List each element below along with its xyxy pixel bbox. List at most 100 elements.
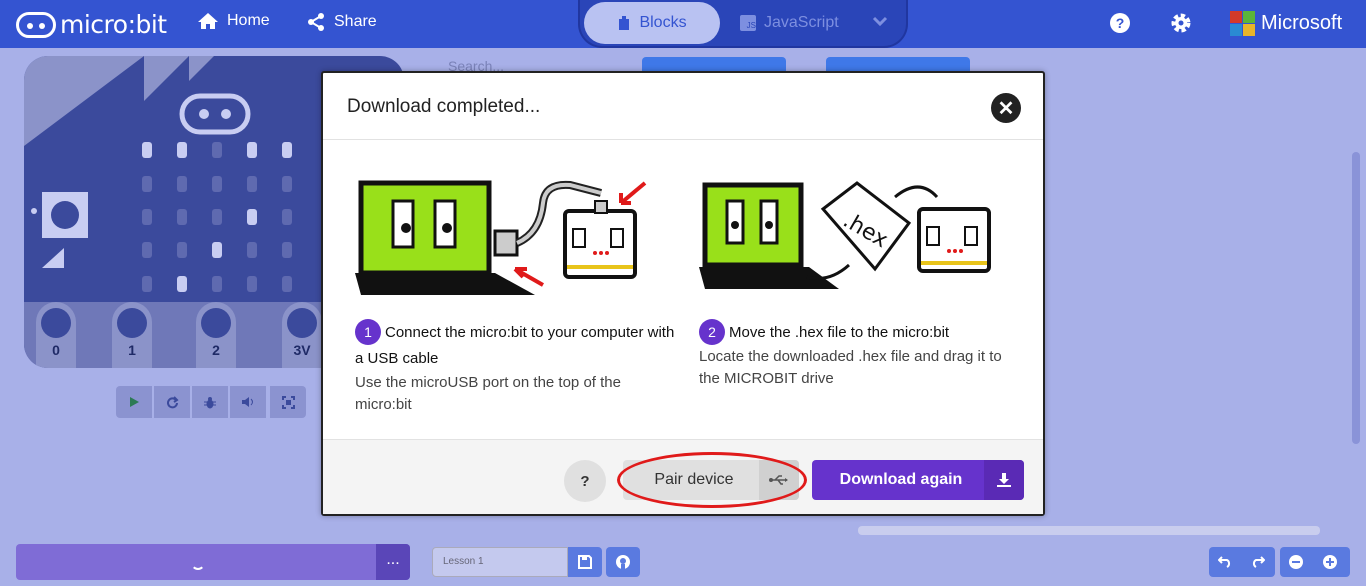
puzzle-icon (619, 16, 630, 30)
github-button[interactable] (606, 547, 640, 577)
tab-javascript-label: JavaScript (764, 14, 839, 31)
save-button[interactable] (568, 547, 602, 577)
step-heading-text: Move the .hex file to the micro:bit (729, 324, 950, 341)
led (177, 209, 187, 225)
redo-icon[interactable] (1251, 556, 1265, 568)
search-placeholder: Search... (448, 58, 505, 72)
step-heading: 1 Connect the micro:bit to your computer … (355, 319, 675, 372)
led (177, 242, 187, 258)
highlight-annotation (617, 452, 807, 508)
horizontal-scrollbar[interactable] (858, 526, 1320, 535)
chevron-down-icon[interactable] (872, 14, 888, 33)
more-button[interactable]: ... (376, 544, 410, 580)
led (247, 142, 257, 158)
toolbox-search[interactable]: Search... (434, 48, 632, 72)
download-again-label: Download again (839, 471, 963, 488)
led (177, 176, 187, 192)
step-number-badge: 2 (699, 319, 725, 345)
led (282, 142, 292, 158)
led (142, 276, 152, 292)
share-label: Share (334, 13, 377, 30)
bug-icon[interactable] (192, 386, 228, 418)
simulator-controls (116, 386, 306, 418)
download-dialog: Download completed... ✕ .hex 1 Connect t… (321, 71, 1045, 516)
volume-icon[interactable] (230, 386, 266, 418)
step-heading-text: Connect the micro:bit to your computer w… (355, 324, 675, 367)
play-icon[interactable] (116, 386, 152, 418)
step-number-badge: 1 (355, 319, 381, 345)
help-button[interactable]: ? (564, 460, 606, 502)
led (142, 176, 152, 192)
step-description: Locate the downloaded .hex file and drag… (699, 348, 1002, 387)
connect-usb-illustration (355, 180, 647, 295)
top-menu-bar: micro:bit Home Share Blocks JS JavaScrip… (0, 0, 1366, 48)
github-icon (616, 555, 630, 569)
tab-blocks-label: Blocks (639, 14, 687, 31)
restart-icon[interactable] (154, 386, 190, 418)
step-heading: 2 Move the .hex file to the micro:bit (699, 319, 1019, 346)
led (247, 242, 257, 258)
home-button[interactable]: Home (197, 12, 270, 30)
svg-text:?: ? (1116, 15, 1125, 31)
dialog-title: Download completed... (347, 96, 541, 117)
download-icon (984, 460, 1024, 500)
led (282, 176, 292, 192)
zoom-out-icon[interactable] (1289, 555, 1303, 569)
undo-icon[interactable] (1218, 556, 1232, 568)
led (247, 176, 257, 192)
home-label: Home (227, 12, 270, 29)
close-icon[interactable]: ✕ (991, 93, 1021, 123)
led (247, 209, 257, 225)
download-again-button[interactable]: Download again (812, 460, 1024, 500)
zoom-group (1280, 547, 1350, 577)
led (142, 142, 152, 158)
divider (323, 139, 1043, 140)
home-icon (198, 13, 218, 29)
led (212, 209, 222, 225)
vertical-scrollbar[interactable] (1352, 152, 1360, 444)
pin-3v[interactable]: 3V (282, 302, 322, 368)
led (212, 276, 222, 292)
step-move-hex: 2 Move the .hex file to the micro:bit Loc… (699, 319, 1019, 390)
microsoft-label: Microsoft (1261, 12, 1343, 34)
step-description: Use the microUSB port on the top of the … (355, 374, 621, 413)
code-block[interactable] (642, 57, 786, 71)
pin-0[interactable]: 0 (36, 302, 76, 368)
led (212, 242, 222, 258)
undo-redo-group (1209, 547, 1275, 577)
move-hex-illustration: .hex (699, 181, 991, 289)
led (177, 276, 187, 292)
led (142, 209, 152, 225)
js-icon: JS (740, 15, 756, 31)
microbit-badge-icon (16, 11, 56, 38)
tab-blocks[interactable]: Blocks (584, 2, 720, 44)
save-icon (578, 555, 592, 569)
led (177, 142, 187, 158)
pin-2[interactable]: 2 (196, 302, 236, 368)
project-name-input[interactable]: Lesson 1 (432, 547, 568, 577)
dialog-footer: ? Pair device Download again (323, 439, 1043, 514)
led (282, 209, 292, 225)
microsoft-logo[interactable]: Microsoft (1230, 11, 1342, 36)
led (282, 276, 292, 292)
share-button[interactable]: Share (306, 12, 377, 32)
help-icon[interactable]: ? (1109, 12, 1131, 39)
logo-text: micro:bit (60, 10, 167, 39)
gear-icon[interactable] (1170, 12, 1192, 39)
download-button-bar[interactable]: ... (16, 544, 410, 580)
led (212, 176, 222, 192)
step-connect: 1 Connect the micro:bit to your computer … (355, 319, 675, 416)
zoom-in-icon[interactable] (1323, 555, 1337, 569)
fullscreen-icon[interactable] (270, 386, 306, 418)
spinner-icon (191, 556, 205, 570)
microsoft-squares-icon (1230, 11, 1255, 36)
pin-1[interactable]: 1 (112, 302, 152, 368)
led (142, 242, 152, 258)
editor-switcher: Blocks JS JavaScript (578, 0, 908, 48)
led (212, 142, 222, 158)
code-block[interactable] (826, 57, 970, 71)
tab-javascript[interactable]: JS JavaScript (740, 2, 839, 44)
led (247, 276, 257, 292)
led (282, 242, 292, 258)
microbit-logo[interactable]: micro:bit (16, 10, 167, 39)
